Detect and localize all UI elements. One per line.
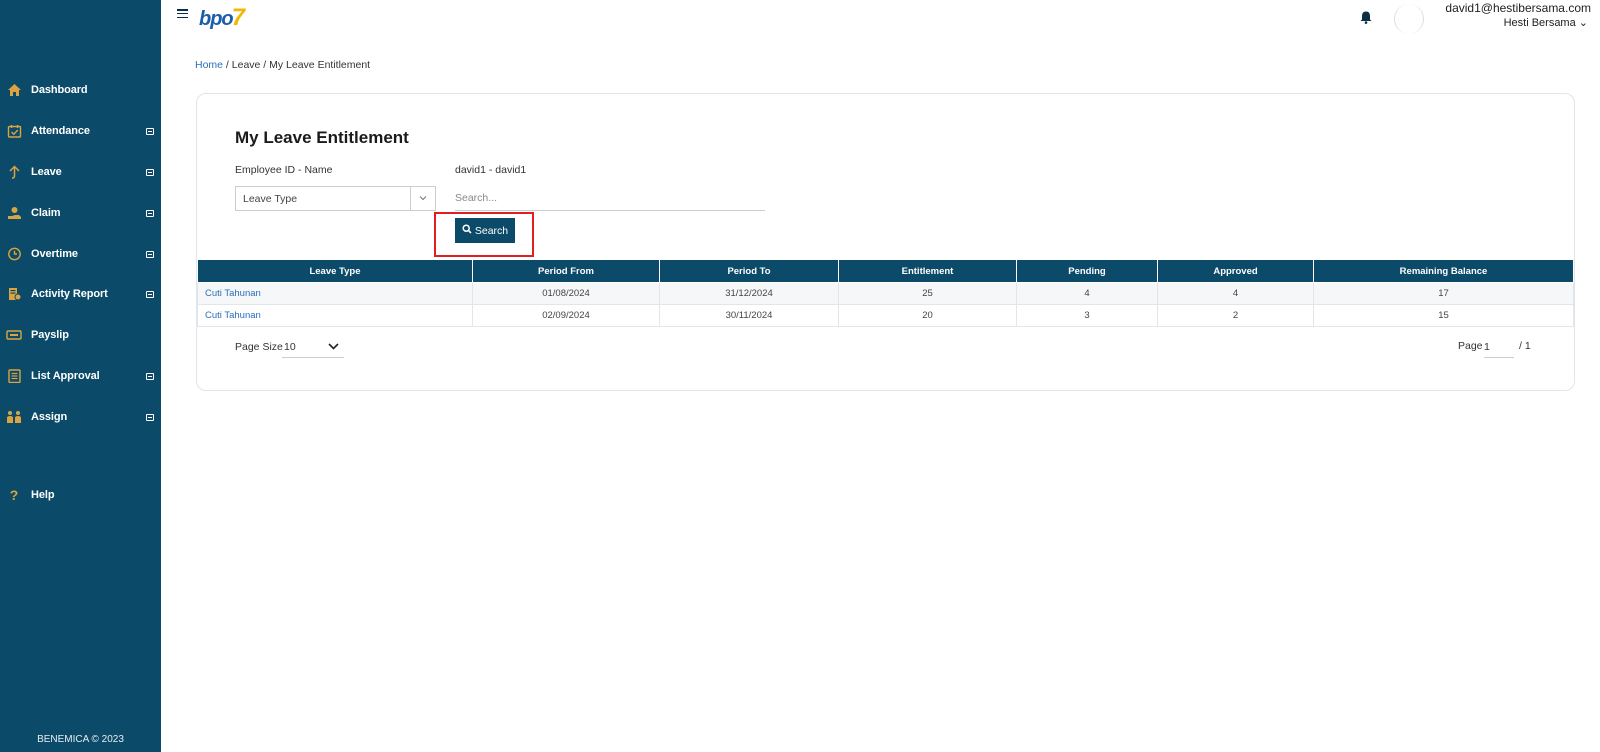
page-total: / 1 (1519, 340, 1531, 352)
table-cell: 01/08/2024 (472, 282, 660, 305)
sidebar-item-label: Overtime (31, 248, 78, 260)
employee-label: Employee ID - Name (235, 164, 333, 176)
column-header[interactable]: Entitlement (838, 259, 1017, 283)
avatar[interactable] (1394, 4, 1424, 34)
clock-icon (6, 246, 22, 262)
sidebar-item-list-approval[interactable]: List Approval (0, 361, 161, 391)
expand-icon[interactable] (146, 127, 154, 135)
expand-icon[interactable] (146, 372, 154, 380)
calendar-check-icon (6, 123, 22, 139)
chevron-down-icon (419, 193, 427, 203)
search-button[interactable]: Search (455, 218, 515, 243)
search-button-label: Search (474, 224, 509, 237)
payslip-icon (6, 327, 22, 343)
table-row: Cuti Tahunan 02/09/2024 30/11/2024 20 3 … (197, 304, 1574, 327)
expand-icon[interactable] (146, 250, 154, 258)
table-cell: 3 (1016, 304, 1158, 327)
sidebar-item-label: Claim (31, 207, 61, 219)
breadcrumb-rest: / Leave / My Leave Entitlement (223, 59, 371, 71)
table-cell: 31/12/2024 (659, 282, 839, 305)
sidebar-item-attendance[interactable]: Attendance (0, 116, 161, 146)
employee-value: david1 - david1 (455, 164, 527, 176)
app-logo[interactable]: bpo7 (199, 4, 245, 32)
people-icon (6, 409, 22, 425)
page-title: My Leave Entitlement (235, 128, 409, 147)
sidebar-item-assign[interactable]: Assign (0, 402, 161, 432)
sidebar-item-claim[interactable]: Claim (0, 198, 161, 228)
expand-icon[interactable] (146, 209, 154, 217)
table-cell: 02/09/2024 (472, 304, 660, 327)
sidebar-item-label: Help (31, 489, 55, 501)
sidebar-item-label: Payslip (31, 329, 69, 341)
arrow-up-icon (6, 164, 22, 180)
sidebar-item-help[interactable]: ? Help (0, 480, 161, 510)
table-cell: 17 (1313, 282, 1574, 305)
sidebar: Dashboard Attendance Leave Claim Overtim… (0, 0, 161, 752)
sidebar-item-overtime[interactable]: Overtime (0, 239, 161, 269)
page-size-value: 10 (284, 341, 296, 353)
sidebar-item-label: Attendance (31, 125, 90, 137)
question-icon: ? (9, 487, 19, 503)
table-cell: 30/11/2024 (659, 304, 839, 327)
sidebar-footer: BENEMICA © 2023 (37, 734, 124, 745)
table-cell: 2 (1157, 304, 1314, 327)
company-dropdown[interactable]: Hesti Bersama ⌄ (1504, 16, 1588, 29)
search-icon (462, 224, 472, 237)
breadcrumb-home-link[interactable]: Home (195, 59, 223, 71)
breadcrumb: Home / Leave / My Leave Entitlement (195, 59, 370, 71)
table-row: Cuti Tahunan 01/08/2024 31/12/2024 25 4 … (197, 282, 1574, 305)
table-header-row: Leave Type Period From Period To Entitle… (197, 259, 1574, 283)
leave-type-link[interactable]: Cuti Tahunan (197, 304, 473, 327)
expand-icon[interactable] (146, 413, 154, 421)
page-size-label: Page Size (235, 341, 283, 353)
menu-toggle-icon[interactable] (177, 9, 188, 19)
hand-coin-icon (6, 205, 22, 221)
column-header[interactable]: Remaining Balance (1313, 259, 1574, 283)
expand-icon[interactable] (146, 290, 154, 298)
select-divider (410, 187, 411, 210)
user-email: david1@hestibersama.com (1445, 1, 1591, 15)
home-icon (6, 82, 22, 98)
sidebar-item-dashboard[interactable]: Dashboard (0, 75, 161, 105)
sidebar-item-label: Dashboard (31, 84, 88, 96)
leave-type-select[interactable]: Leave Type (235, 186, 436, 211)
leave-type-select-value: Leave Type (243, 193, 298, 205)
sidebar-item-label: Activity Report (31, 288, 108, 300)
sidebar-item-activity-report[interactable]: Activity Report (0, 279, 161, 309)
column-header[interactable]: Approved (1157, 259, 1314, 283)
page-number-input[interactable] (1484, 336, 1514, 358)
table-cell: 4 (1016, 282, 1158, 305)
expand-icon[interactable] (146, 168, 154, 176)
column-header[interactable]: Period From (472, 259, 660, 283)
chevron-down-icon (327, 339, 340, 357)
column-header[interactable]: Pending (1016, 259, 1158, 283)
company-name: Hesti Bersama (1503, 17, 1576, 29)
page-label: Page (1458, 340, 1483, 352)
table-cell: 15 (1313, 304, 1574, 327)
page-size-select[interactable]: 10 (282, 336, 344, 358)
column-header[interactable]: Leave Type (197, 259, 473, 283)
table-cell: 4 (1157, 282, 1314, 305)
list-icon (6, 368, 22, 384)
sidebar-item-label: List Approval (31, 370, 100, 382)
leave-entitlement-table: Leave Type Period From Period To Entitle… (197, 259, 1574, 327)
table-cell: 20 (838, 304, 1017, 327)
leave-type-link[interactable]: Cuti Tahunan (197, 282, 473, 305)
table-cell: 25 (838, 282, 1017, 305)
column-header[interactable]: Period To (659, 259, 839, 283)
chevron-down-icon: ⌄ (1575, 17, 1588, 29)
sidebar-item-leave[interactable]: Leave (0, 157, 161, 187)
report-icon (6, 286, 22, 302)
sidebar-item-label: Leave (31, 166, 62, 178)
search-input[interactable] (455, 186, 765, 211)
sidebar-item-label: Assign (31, 411, 68, 423)
sidebar-item-payslip[interactable]: Payslip (0, 320, 161, 350)
bell-icon[interactable] (1360, 11, 1372, 24)
